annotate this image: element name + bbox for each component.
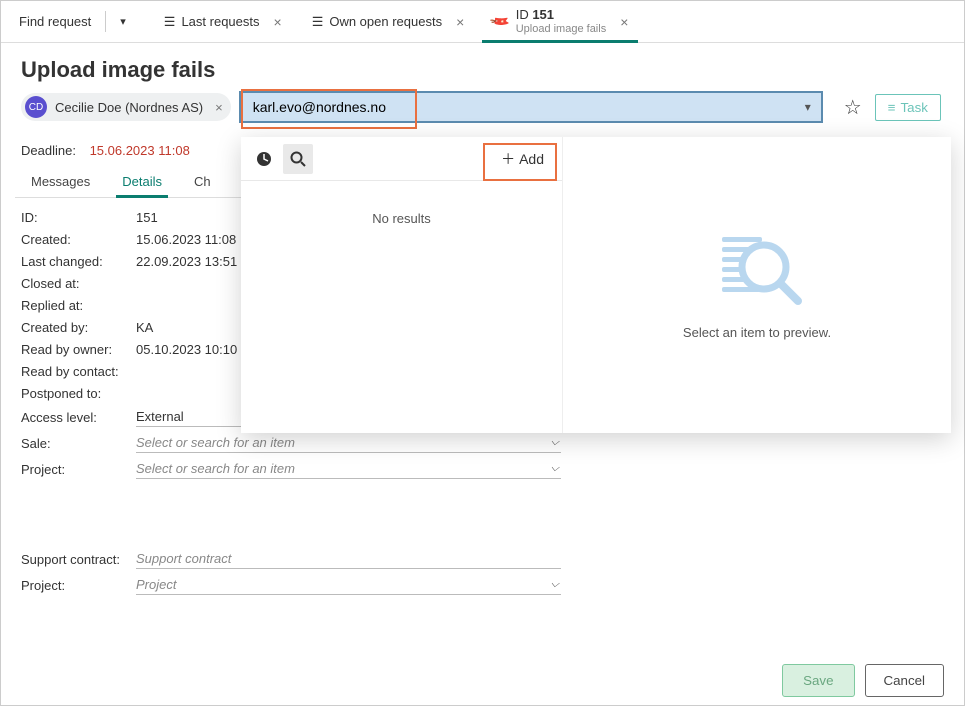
- tab-find-request[interactable]: Find request: [9, 1, 101, 42]
- add-contact-input-wrapper[interactable]: ▾: [239, 91, 823, 123]
- add-label: Add: [519, 151, 544, 167]
- cancel-button[interactable]: Cancel: [865, 664, 945, 697]
- search-mode-button[interactable]: [283, 144, 313, 174]
- popover-left: ＋ Add No results: [241, 137, 563, 433]
- support-contract-select[interactable]: Support contract: [136, 549, 561, 569]
- close-icon[interactable]: ×: [274, 14, 282, 30]
- chevron-down-icon: ▾: [120, 15, 126, 28]
- task-button[interactable]: ≡ Task: [875, 94, 941, 121]
- tab-request-151[interactable]: 🔖 ID 151 Upload image fails ×: [482, 1, 638, 42]
- add-button[interactable]: ＋ Add: [491, 144, 554, 174]
- menu-icon: ≡: [888, 100, 896, 115]
- clock-icon: [255, 150, 273, 168]
- task-label: Task: [901, 100, 928, 115]
- tab-label: Own open requests: [329, 14, 442, 29]
- contact-search-popover: ＋ Add No results Select an item to previ…: [241, 137, 951, 433]
- tab-label: Find request: [19, 14, 91, 29]
- tab-find-request-chevron[interactable]: ▾: [110, 1, 136, 42]
- deadline-label: Deadline:: [21, 143, 76, 158]
- history-button[interactable]: [249, 144, 279, 174]
- sale-select[interactable]: Select or search for an item⌵: [136, 433, 561, 453]
- ticket-icon: 🔖: [489, 9, 513, 33]
- plus-icon: ＋: [501, 149, 515, 169]
- popover-preview: Select an item to preview.: [563, 137, 951, 433]
- popover-toolbar: ＋ Add: [241, 137, 562, 181]
- contact-row: CD Cecilie Doe (Nordnes AS) × ▾ ☆ ≡ Task: [21, 91, 944, 123]
- star-icon: ☆: [844, 95, 862, 120]
- favorite-button[interactable]: ☆: [839, 93, 867, 121]
- tab-changelog[interactable]: Ch: [178, 166, 227, 197]
- tab-last-requests[interactable]: ☰ Last requests ×: [154, 1, 292, 42]
- close-icon[interactable]: ×: [456, 14, 464, 30]
- contact-name: Cecilie Doe (Nordnes AS): [55, 100, 203, 115]
- preview-placeholder-icon: [712, 231, 802, 307]
- footer-actions: Save Cancel: [782, 664, 944, 697]
- close-icon[interactable]: ×: [215, 100, 223, 115]
- add-contact-input[interactable]: [251, 98, 805, 116]
- contact-chip[interactable]: CD Cecilie Doe (Nordnes AS) ×: [21, 93, 231, 121]
- close-icon[interactable]: ×: [620, 14, 628, 30]
- preview-hint: Select an item to preview.: [683, 325, 831, 340]
- deadline-value: 15.06.2023 11:08: [90, 143, 190, 158]
- save-button[interactable]: Save: [782, 664, 854, 697]
- chevron-down-icon[interactable]: ▾: [805, 100, 811, 114]
- tab-details[interactable]: Details: [106, 166, 178, 197]
- avatar: CD: [25, 96, 47, 118]
- tab-messages[interactable]: Messages: [15, 166, 106, 197]
- chevron-down-icon: ⌵: [551, 462, 559, 475]
- list-icon: ☰: [164, 14, 176, 30]
- chevron-down-icon: ⌵: [551, 436, 559, 449]
- tab-bar: Find request ▾ ☰ Last requests × ☰ Own o…: [1, 1, 964, 43]
- tab-label: Last requests: [181, 14, 259, 29]
- tab-own-open[interactable]: ☰ Own open requests ×: [302, 1, 475, 42]
- page-title: Upload image fails: [21, 57, 964, 83]
- no-results-text: No results: [241, 181, 562, 433]
- search-icon: [289, 150, 307, 168]
- project2-select[interactable]: Project⌵: [136, 575, 561, 595]
- list-icon: ☰: [312, 14, 324, 30]
- chevron-down-icon: ⌵: [551, 578, 559, 591]
- project-select[interactable]: Select or search for an item⌵: [136, 459, 561, 479]
